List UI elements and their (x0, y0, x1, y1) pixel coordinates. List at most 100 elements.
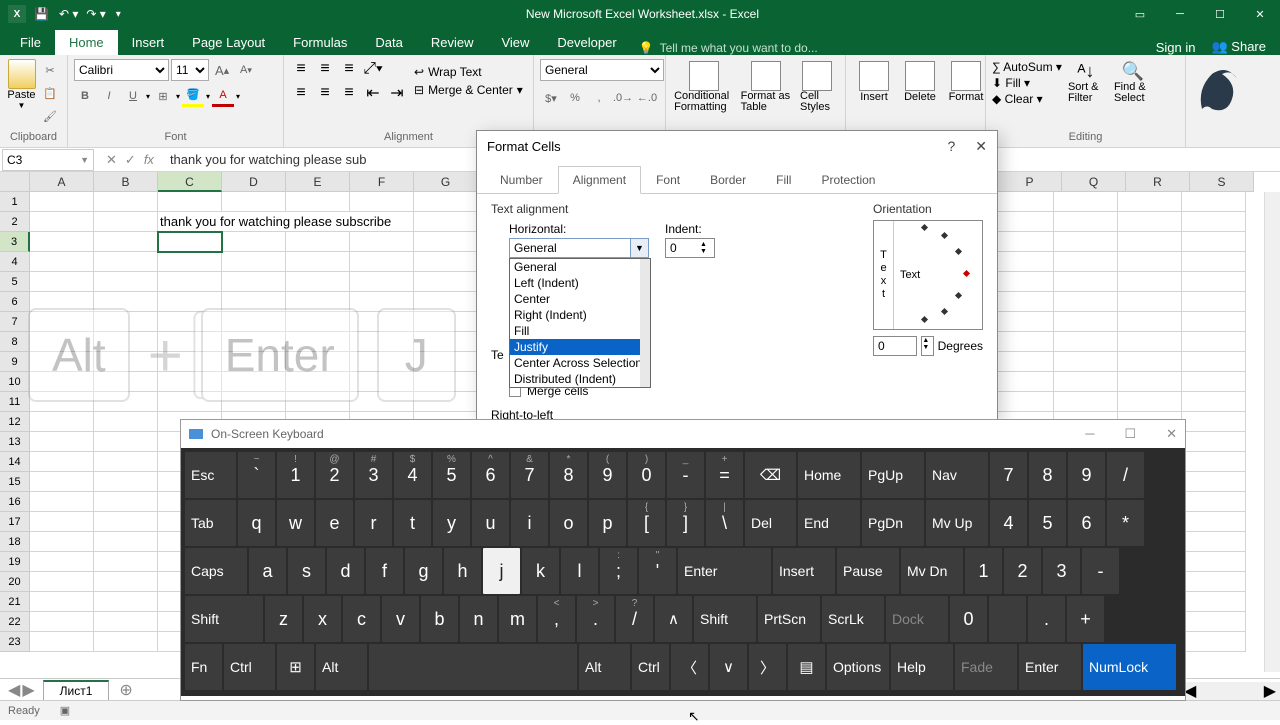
cell[interactable] (990, 232, 1054, 252)
cell[interactable] (94, 612, 158, 632)
combo-option[interactable]: Fill (510, 323, 650, 339)
indent-spinner[interactable]: 0 ▲▼ (665, 238, 715, 258)
cell[interactable] (1054, 352, 1118, 372)
cell[interactable] (94, 632, 158, 652)
key-c[interactable]: c (343, 596, 380, 642)
cell[interactable] (286, 272, 350, 292)
cell[interactable] (158, 272, 222, 292)
dlg-tab-alignment[interactable]: Alignment (558, 166, 641, 194)
cell[interactable] (30, 472, 94, 492)
row-header[interactable]: 12 (0, 412, 30, 432)
key-down-arrow[interactable]: ∨ (710, 644, 747, 690)
keypad-multiply[interactable]: * (1107, 500, 1144, 546)
key-fn[interactable]: Fn (185, 644, 222, 690)
dlg-tab-protection[interactable]: Protection (806, 166, 890, 194)
cell[interactable] (30, 252, 94, 272)
combo-option[interactable]: Justify (510, 339, 650, 355)
align-bottom-icon[interactable]: ≡ (338, 59, 360, 79)
cell[interactable] (30, 572, 94, 592)
key-7[interactable]: &7 (511, 452, 548, 498)
key-rbracket[interactable]: }] (667, 500, 704, 546)
col-header[interactable]: R (1126, 172, 1190, 192)
cell[interactable] (1118, 352, 1182, 372)
combo-option[interactable]: Center Across Selection (510, 355, 650, 371)
cell[interactable] (94, 412, 158, 432)
key-apostrophe[interactable]: "' (639, 548, 676, 594)
row-header[interactable]: 2 (0, 212, 30, 232)
key-m[interactable]: m (499, 596, 536, 642)
cell[interactable] (1182, 332, 1246, 352)
row-header[interactable]: 7 (0, 312, 30, 332)
new-sheet-button[interactable]: ⊕ (109, 680, 142, 700)
cell[interactable] (30, 612, 94, 632)
row-header[interactable]: 15 (0, 472, 30, 492)
key-ctrl-left[interactable]: Ctrl (224, 644, 275, 690)
key-w[interactable]: w (277, 500, 314, 546)
key-k[interactable]: k (522, 548, 559, 594)
qat-customize[interactable]: ▾ (112, 9, 125, 20)
keypad-divide[interactable]: / (1107, 452, 1144, 498)
number-format-select[interactable]: General (540, 59, 664, 81)
row-header[interactable]: 17 (0, 512, 30, 532)
tab-formulas[interactable]: Formulas (279, 30, 361, 55)
key-insert[interactable]: Insert (773, 548, 835, 594)
cell[interactable] (94, 592, 158, 612)
cell[interactable] (990, 252, 1054, 272)
col-header[interactable]: C (158, 172, 222, 192)
font-size-select[interactable]: 11 (171, 59, 209, 81)
cell[interactable] (94, 452, 158, 472)
key-home[interactable]: Home (798, 452, 860, 498)
cell[interactable] (990, 352, 1054, 372)
cell[interactable] (350, 252, 414, 272)
col-header[interactable]: F (350, 172, 414, 192)
tab-insert[interactable]: Insert (118, 30, 179, 55)
cell[interactable] (158, 212, 222, 232)
cell[interactable] (1182, 432, 1246, 452)
cell[interactable] (1182, 412, 1246, 432)
cell[interactable] (1054, 232, 1118, 252)
cell[interactable] (94, 212, 158, 232)
tab-review[interactable]: Review (417, 30, 488, 55)
cell[interactable] (1182, 472, 1246, 492)
keypad-2[interactable]: 2 (1004, 548, 1041, 594)
keypad-4[interactable]: 4 (990, 500, 1027, 546)
cell[interactable] (94, 252, 158, 272)
key-v[interactable]: v (382, 596, 419, 642)
align-center-icon[interactable]: ≡ (314, 83, 336, 103)
key-semicolon[interactable]: :; (600, 548, 637, 594)
dialog-close-button[interactable]: ✕ (975, 138, 987, 155)
row-header[interactable]: 3 (0, 232, 30, 252)
decrease-indent-icon[interactable]: ⇤ (362, 83, 384, 103)
key-p[interactable]: p (589, 500, 626, 546)
cell[interactable] (1118, 272, 1182, 292)
key-pgup[interactable]: PgUp (862, 452, 924, 498)
combo-option[interactable]: General (510, 259, 650, 275)
tab-developer[interactable]: Developer (543, 30, 630, 55)
key-mvdn[interactable]: Mv Dn (901, 548, 963, 594)
col-header[interactable]: G (414, 172, 478, 192)
keypad-9[interactable]: 9 (1068, 452, 1105, 498)
close-button[interactable]: ✕ (1240, 0, 1280, 28)
row-header[interactable]: 10 (0, 372, 30, 392)
dlg-tab-fill[interactable]: Fill (761, 166, 806, 194)
cell[interactable] (1118, 332, 1182, 352)
cell[interactable] (30, 592, 94, 612)
row-header[interactable]: 4 (0, 252, 30, 272)
merge-center-button[interactable]: ⊟Merge & Center ▾ (414, 83, 523, 97)
combo-option[interactable]: Right (Indent) (510, 307, 650, 323)
name-box[interactable]: C3▼ (2, 149, 94, 171)
cell[interactable] (990, 212, 1054, 232)
key-comma[interactable]: <, (538, 596, 575, 642)
key-o[interactable]: o (550, 500, 587, 546)
key-i[interactable]: i (511, 500, 548, 546)
save-icon[interactable]: 💾 (30, 7, 53, 21)
keypad-1[interactable]: 1 (965, 548, 1002, 594)
cell[interactable] (158, 232, 222, 252)
row-header[interactable]: 6 (0, 292, 30, 312)
row-header[interactable]: 14 (0, 452, 30, 472)
fill-color-icon[interactable]: 🪣 (182, 85, 204, 107)
combo-option[interactable]: Left (Indent) (510, 275, 650, 291)
cell[interactable] (1054, 212, 1118, 232)
row-header[interactable]: 20 (0, 572, 30, 592)
key-2[interactable]: @2 (316, 452, 353, 498)
